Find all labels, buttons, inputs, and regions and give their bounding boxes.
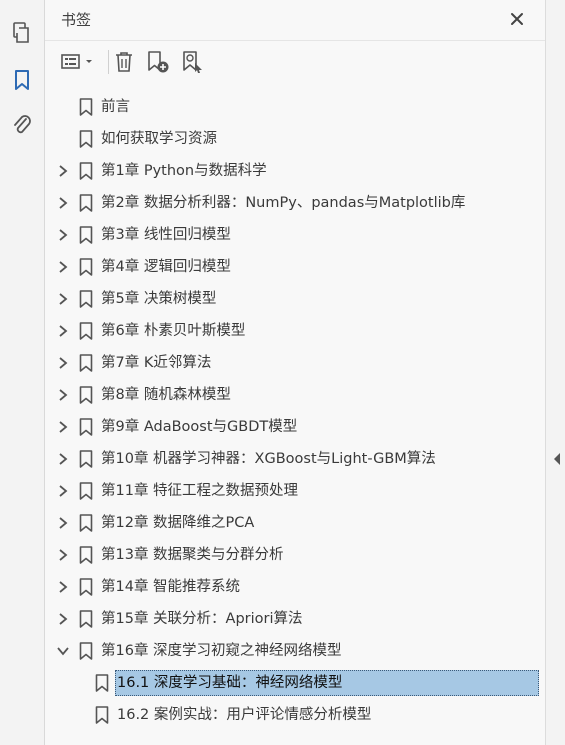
chevron-right-icon[interactable]	[56, 356, 70, 370]
bookmark-item-icon	[79, 354, 93, 372]
bookmark-row[interactable]: 第16章 深度学习初窥之神经网络模型	[45, 635, 545, 667]
bookmark-label[interactable]: 第12章 数据降维之PCA	[101, 513, 254, 533]
bookmark-row[interactable]: 第11章 特征工程之数据预处理	[45, 475, 545, 507]
bookmark-label[interactable]: 第9章 AdaBoost与GBDT模型	[101, 417, 297, 437]
bookmark-row[interactable]: 第9章 AdaBoost与GBDT模型	[45, 411, 545, 443]
bookmarks-panel: 书签 前言 如何获取学习资源 第1章 Python与数据科学 第2章 数据分析利…	[45, 0, 545, 745]
bookmark-icon[interactable]	[9, 67, 35, 93]
chevron-right-icon[interactable]	[56, 516, 70, 530]
bookmark-item-icon	[79, 98, 93, 116]
panel-splitter[interactable]	[545, 0, 565, 745]
bookmark-label[interactable]: 第2章 数据分析利器：NumPy、pandas与Matplotlib库	[101, 193, 465, 213]
bookmark-label[interactable]: 第6章 朴素贝叶斯模型	[101, 321, 245, 341]
bookmark-label[interactable]: 如何获取学习资源	[101, 129, 217, 149]
bookmark-item-icon	[79, 514, 93, 532]
chevron-right-icon[interactable]	[56, 292, 70, 306]
chevron-right-icon[interactable]	[56, 452, 70, 466]
bookmark-item-icon	[79, 162, 93, 180]
bookmark-item-icon	[79, 130, 93, 148]
bookmark-item-icon	[79, 194, 93, 212]
bookmark-item-icon	[79, 546, 93, 564]
chevron-right-icon[interactable]	[56, 164, 70, 178]
close-icon[interactable]	[506, 8, 528, 30]
bookmark-label[interactable]: 16.1 深度学习基础：神经网络模型	[117, 673, 342, 693]
bookmark-item-icon	[79, 290, 93, 308]
bookmark-row[interactable]: 如何获取学习资源	[45, 123, 545, 155]
navigation-rail	[0, 0, 45, 745]
panel-title: 书签	[61, 11, 92, 29]
chevron-right-icon[interactable]	[56, 196, 70, 210]
bookmark-label[interactable]: 第10章 机器学习神器：XGBoost与Light-GBM算法	[101, 449, 436, 469]
bookmark-label[interactable]: 第13章 数据聚类与分群分析	[101, 545, 284, 565]
pages-icon[interactable]	[9, 20, 35, 46]
chevron-right-icon[interactable]	[56, 388, 70, 402]
attachment-icon[interactable]	[9, 112, 35, 138]
bookmark-label[interactable]: 16.2 案例实战：用户评论情感分析模型	[117, 705, 371, 725]
bookmark-row[interactable]: 第15章 关联分析：Apriori算法	[45, 603, 545, 635]
bookmark-item-icon	[79, 258, 93, 276]
bookmark-row[interactable]: 第14章 智能推荐系统	[45, 571, 545, 603]
bookmark-row[interactable]: 第1章 Python与数据科学	[45, 155, 545, 187]
sub-bookmark-row[interactable]: 16.2 案例实战：用户评论情感分析模型	[45, 699, 545, 731]
bookmark-row[interactable]: 第8章 随机森林模型	[45, 379, 545, 411]
bookmark-label[interactable]: 第3章 线性回归模型	[101, 225, 231, 245]
bookmark-row[interactable]: 第2章 数据分析利器：NumPy、pandas与Matplotlib库	[45, 187, 545, 219]
bookmark-item-icon	[79, 482, 93, 500]
bookmark-row[interactable]: 第6章 朴素贝叶斯模型	[45, 315, 545, 347]
bookmark-item-icon	[79, 642, 93, 660]
chevron-down-icon[interactable]	[56, 644, 70, 658]
bookmark-label[interactable]: 第8章 随机森林模型	[101, 385, 231, 405]
chevron-right-icon[interactable]	[56, 260, 70, 274]
bookmark-item-icon	[79, 418, 93, 436]
bookmark-label[interactable]: 第7章 K近邻算法	[101, 353, 211, 373]
toolbar-divider	[108, 50, 109, 74]
bookmark-label[interactable]: 第1章 Python与数据科学	[101, 161, 267, 181]
new-bookmark-icon[interactable]	[144, 48, 172, 76]
bookmark-row[interactable]: 第5章 决策树模型	[45, 283, 545, 315]
chevron-right-icon[interactable]	[56, 612, 70, 626]
chevron-right-icon[interactable]	[56, 420, 70, 434]
options-menu-icon	[61, 54, 80, 69]
collapse-arrow-icon[interactable]	[553, 450, 561, 465]
bookmark-item-icon	[79, 322, 93, 340]
bookmark-label[interactable]: 第5章 决策树模型	[101, 289, 216, 309]
bookmark-row[interactable]: 第3章 线性回归模型	[45, 219, 545, 251]
bookmark-item-icon	[79, 450, 93, 468]
bookmark-row[interactable]: 第13章 数据聚类与分群分析	[45, 539, 545, 571]
bookmark-label[interactable]: 第14章 智能推荐系统	[101, 577, 240, 597]
chevron-right-icon[interactable]	[56, 228, 70, 242]
bookmark-row[interactable]: 第10章 机器学习神器：XGBoost与Light-GBM算法	[45, 443, 545, 475]
bookmark-label[interactable]: 第16章 深度学习初窥之神经网络模型	[101, 641, 342, 661]
bookmark-row[interactable]: 前言	[45, 91, 545, 123]
find-bookmark-icon[interactable]	[179, 48, 207, 76]
bookmark-row[interactable]: 第7章 K近邻算法	[45, 347, 545, 379]
bookmark-row[interactable]: 第4章 逻辑回归模型	[45, 251, 545, 283]
chevron-right-icon[interactable]	[56, 324, 70, 338]
chevron-right-icon[interactable]	[56, 580, 70, 594]
options-menu-button[interactable]	[59, 48, 99, 76]
bookmark-item-icon	[79, 226, 93, 244]
bookmark-label[interactable]: 第15章 关联分析：Apriori算法	[101, 609, 303, 629]
bookmark-item-icon	[95, 674, 109, 692]
bookmark-label[interactable]: 前言	[101, 97, 130, 117]
bookmark-item-icon	[79, 610, 93, 628]
sub-bookmark-row[interactable]: 16.1 深度学习基础：神经网络模型	[45, 667, 545, 699]
bookmark-item-icon	[79, 386, 93, 404]
bookmark-item-icon	[79, 578, 93, 596]
bookmark-label[interactable]: 第11章 特征工程之数据预处理	[101, 481, 298, 501]
toolbar-separator	[45, 40, 545, 41]
delete-bookmark-icon[interactable]	[111, 48, 137, 76]
bookmark-item-icon	[95, 706, 109, 724]
chevron-right-icon[interactable]	[56, 548, 70, 562]
bookmark-row[interactable]: 第12章 数据降维之PCA	[45, 507, 545, 539]
bookmark-label[interactable]: 第4章 逻辑回归模型	[101, 257, 231, 277]
chevron-right-icon[interactable]	[56, 484, 70, 498]
